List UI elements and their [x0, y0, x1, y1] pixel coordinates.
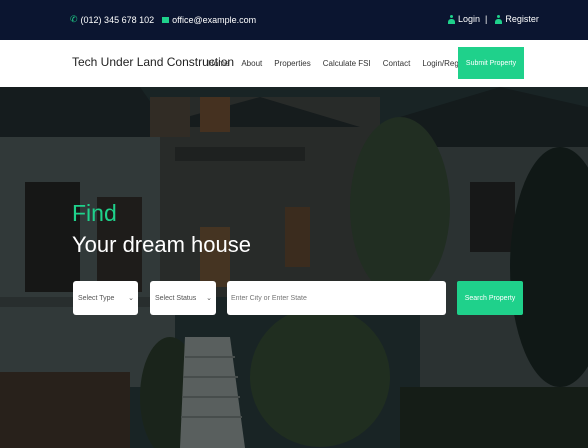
- property-type-select[interactable]: Select Type ⌄: [73, 281, 138, 315]
- hero-section: Find Your dream house Select Type ⌄ Sele…: [0, 87, 588, 448]
- register-link[interactable]: Register: [505, 14, 539, 24]
- user-icon: [448, 14, 455, 24]
- hero-headline: Your dream house: [72, 232, 251, 257]
- property-status-select[interactable]: Select Status ⌄: [150, 281, 216, 315]
- mail-icon: [162, 16, 170, 23]
- phone-number[interactable]: (012) 345 678 102: [81, 15, 155, 25]
- nav-item-contact[interactable]: Contact: [383, 59, 411, 68]
- search-property-button[interactable]: Search Property: [457, 281, 523, 315]
- location-input[interactable]: [227, 281, 446, 315]
- nav-item-about[interactable]: About: [241, 59, 262, 68]
- submit-property-button[interactable]: Submit Property: [458, 47, 524, 79]
- property-type-value: Select Type: [78, 294, 115, 302]
- hero-find-text: Find: [72, 200, 117, 226]
- nav-menu: Home About Properties Calculate FSI Cont…: [208, 59, 486, 68]
- phone-icon: ✆: [70, 14, 78, 24]
- property-status-value: Select Status: [155, 294, 197, 302]
- nav-item-calculate-fsi[interactable]: Calculate FSI: [323, 59, 371, 68]
- user-icon: [495, 14, 503, 24]
- chevron-down-icon: ⌄: [128, 295, 134, 302]
- nav-item-home[interactable]: Home: [208, 59, 229, 68]
- nav-item-properties[interactable]: Properties: [274, 59, 310, 68]
- chevron-down-icon: ⌄: [206, 295, 212, 302]
- auth-links: Login | Register: [448, 14, 539, 24]
- contact-info: ✆ (012) 345 678 102 office@example.com: [70, 14, 256, 25]
- hero-overlay: [0, 87, 588, 448]
- login-link[interactable]: Login: [458, 14, 480, 24]
- main-nav: Tech Under Land Construction Home About …: [0, 40, 588, 87]
- auth-separator: |: [485, 14, 488, 24]
- top-bar: ✆ (012) 345 678 102 office@example.com L…: [0, 0, 588, 40]
- email-address[interactable]: office@example.com: [172, 15, 256, 25]
